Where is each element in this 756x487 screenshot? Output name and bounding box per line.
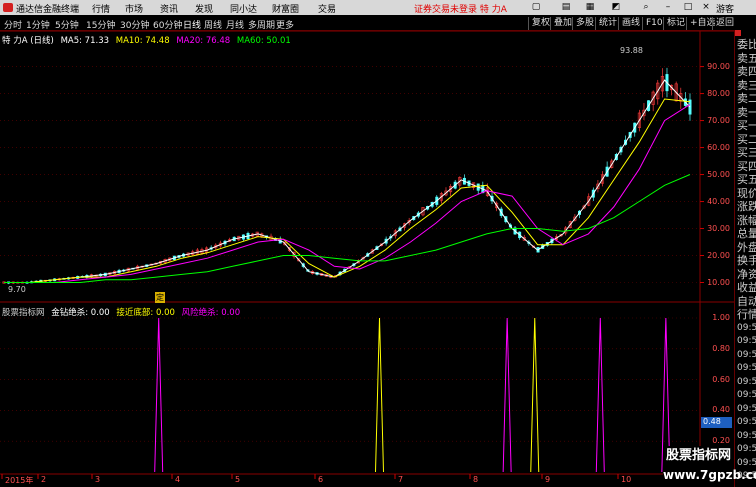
stock-title: 特 力A (日线) [2, 36, 54, 46]
side-panel-item: 09:51 [737, 336, 756, 346]
side-panel-item: 卖五 [737, 51, 756, 65]
side-panel-item: 卖三 [737, 78, 756, 92]
indicator-tick-label: 0.40 [712, 405, 730, 415]
price-legend: 特 力A (日线) MA5: 71.33 MA10: 74.48 MA20: 7… [2, 34, 291, 46]
side-panel-item: 09:52 [737, 417, 756, 427]
signal-spike [595, 317, 605, 473]
date-tick-label: 6 [318, 475, 324, 484]
indicator-item-risk: 风险绝杀: 0.00 [181, 308, 241, 318]
date-tick-label: 2 [41, 475, 47, 484]
side-panel-item: 卖二 [737, 92, 756, 105]
ma-line-ma10 [4, 98, 691, 283]
side-panel-item: 09:52 [737, 363, 756, 373]
max-price-label: 93.88 [620, 46, 643, 55]
date-tick-label: 5 [235, 475, 241, 484]
date-tick-label: 3 [95, 475, 101, 484]
side-panel-item: 自动 [737, 294, 756, 308]
ma20-label: MA20: 76.48 [176, 36, 231, 46]
date-tick-label: 4 [175, 475, 181, 484]
side-panel-item: 换手 [737, 254, 756, 267]
ma-line-ma60 [4, 174, 691, 283]
watermark-line2: www.7gpzb.com [663, 468, 756, 482]
indicator-title: 股票指标网 [2, 308, 45, 318]
side-panel-item: 09:53 [737, 444, 756, 454]
indicator-tick-label: 0.80 [712, 343, 730, 353]
side-panel-item: 买三 [737, 146, 756, 159]
signal-spike [530, 317, 540, 473]
marker-label: 定 [155, 292, 165, 303]
side-panel-item: 总量 [737, 227, 756, 240]
cursor-value-badge: 0.48 [701, 417, 732, 428]
side-panel-item: 委比 [737, 38, 756, 51]
side-panel-item: 涨幅 [737, 213, 756, 227]
ma-line-ma5 [4, 79, 691, 283]
ma5-label: MA5: 71.33 [60, 36, 110, 46]
ma10-label: MA10: 74.48 [115, 36, 170, 46]
price-tick-label: 20.00 [707, 250, 730, 260]
side-panel-item: 09:52 [737, 376, 756, 387]
indicator-tick-label: 0.60 [712, 374, 730, 384]
date-tick-label: 7 [398, 475, 404, 484]
date-tick-label: 8 [473, 475, 479, 484]
side-panel-item: 涨跌 [737, 200, 756, 213]
indicator-item-gold: 金钻绝杀: 0.00 [51, 308, 110, 318]
side-panel-item: 行情 [737, 308, 756, 321]
quote-side-panel: 委比 卖五 卖四 卖三 卖二 卖一 买一 买二 买三 买四 买五 现价 涨跌 涨幅 总量 外盘 换手 净资 收益 自动… [734, 30, 756, 487]
price-tick-label: 10.00 [707, 277, 730, 287]
side-panel-item: 买二 [737, 132, 756, 146]
watermark-line1: 股票指标网 [665, 448, 731, 463]
min-price-label: 9.70 [8, 285, 26, 294]
price-tick-label: 50.00 [707, 169, 730, 179]
side-panel-item: 卖四 [737, 65, 756, 78]
side-panel-item: 净资 [737, 267, 756, 281]
side-panel-item: 09:51 [737, 322, 756, 333]
side-panel-item: 09:52 [737, 403, 756, 414]
ma60-label: MA60: 50.01 [236, 36, 291, 46]
price-tick-label: 60.00 [707, 142, 730, 152]
indicator-tick-label: 0.20 [712, 436, 730, 446]
chart-canvas[interactable] [0, 0, 756, 487]
date-tick-label: 2015年 [5, 476, 34, 485]
signal-spike [375, 317, 384, 473]
price-tick-label: 90.00 [707, 61, 730, 71]
side-panel-item: 买一 [737, 119, 756, 132]
side-panel-item: 09:52 [737, 390, 756, 400]
indicator-item-bottom: 接近底部: 0.00 [116, 308, 175, 318]
signal-spike [502, 317, 512, 473]
side-panel-item: 09:52 [737, 349, 756, 360]
indicator-tick-label: 1.00 [712, 313, 730, 322]
side-panel-item: 现价 [737, 186, 756, 200]
side-panel-item: 收益 [737, 281, 756, 294]
indicator-legend: 股票指标网 金钻绝杀: 0.00 接近底部: 0.00 风险绝杀: 0.00 [2, 306, 240, 318]
side-panel-item: 买四 [737, 159, 756, 173]
price-tick-label: 40.00 [707, 196, 730, 206]
side-panel-item: 外盘 [737, 240, 756, 254]
date-tick-label: 10 [621, 475, 632, 484]
price-tick-label: 30.00 [707, 223, 730, 233]
price-tick-label: 70.00 [707, 115, 730, 125]
watermark: 股票指标网 www.7gpzb.com [663, 446, 756, 487]
price-tick-label: 80.00 [707, 88, 730, 98]
side-panel-item: 卖一 [737, 105, 756, 119]
signal-spike [154, 317, 164, 473]
panel-marker-icon [735, 30, 741, 36]
date-tick-label: 9 [545, 475, 551, 484]
ma-line-ma20 [4, 103, 691, 283]
side-panel-item: 买五 [737, 173, 756, 186]
side-panel-item: 09:53 [737, 430, 756, 441]
